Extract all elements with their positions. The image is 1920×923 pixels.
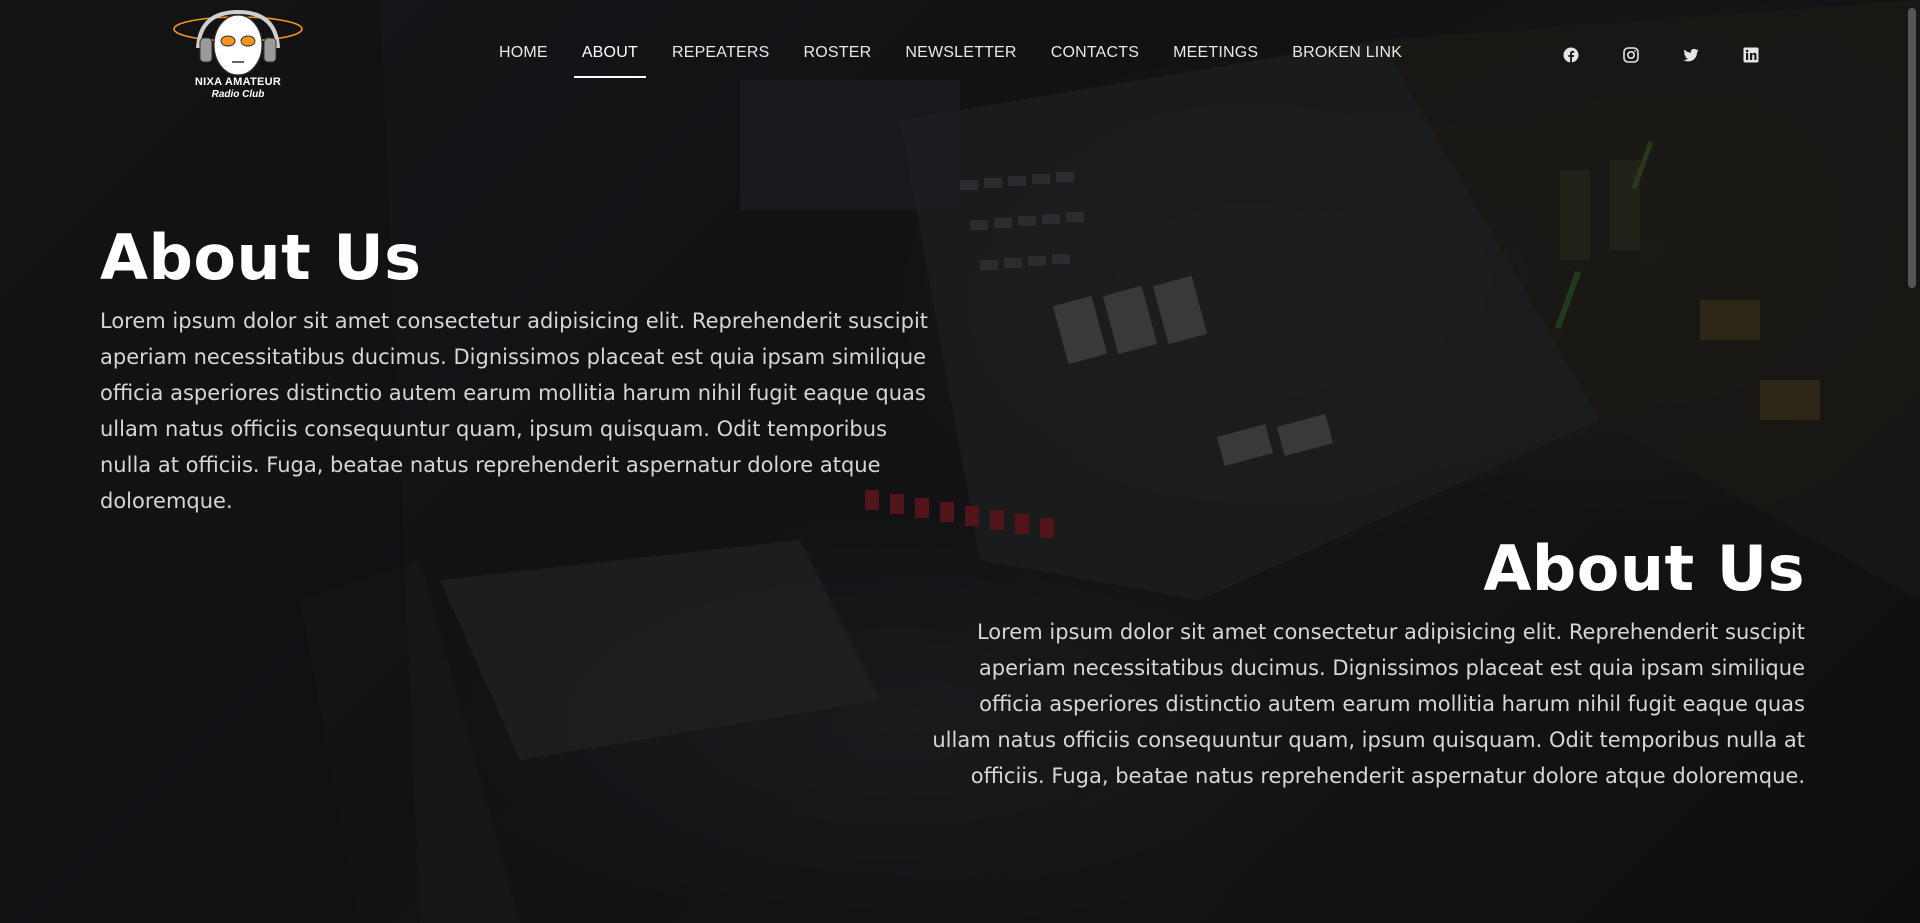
site-header: NIXA AMATEUR Radio Club HOME ABOUT REPEA… <box>0 0 1920 112</box>
club-logo[interactable]: NIXA AMATEUR Radio Club <box>170 8 306 100</box>
nav-item-contacts[interactable]: CONTACTS <box>1034 44 1156 62</box>
page-scrollbar[interactable] <box>1903 0 1920 923</box>
page: NIXA AMATEUR Radio Club HOME ABOUT REPEA… <box>0 0 1920 923</box>
about-section-right: About Us Lorem ipsum dolor sit amet cons… <box>925 538 1805 794</box>
robot-headphones-logo-icon <box>173 9 303 76</box>
nav-item-roster[interactable]: ROSTER <box>786 44 888 62</box>
logo-name-line1: NIXA AMATEUR <box>194 76 282 88</box>
logo-name-line2: Radio Club <box>211 89 265 100</box>
section-title: About Us <box>1483 532 1805 605</box>
twitter-icon[interactable] <box>1683 47 1699 63</box>
about-section-left: About Us Lorem ipsum dolor sit amet cons… <box>100 227 940 519</box>
section-body: Lorem ipsum dolor sit amet consectetur a… <box>932 620 1805 788</box>
instagram-icon[interactable] <box>1623 47 1639 63</box>
nav-item-home[interactable]: HOME <box>482 44 565 62</box>
section-body: Lorem ipsum dolor sit amet consectetur a… <box>100 309 929 513</box>
social-links <box>1563 47 1759 63</box>
main-nav: HOME ABOUT REPEATERS ROSTER NEWSLETTER C… <box>482 44 1419 78</box>
nav-item-repeaters[interactable]: REPEATERS <box>655 44 787 62</box>
linkedin-icon[interactable] <box>1743 47 1759 63</box>
nav-item-about[interactable]: ABOUT <box>565 44 655 78</box>
section-title: About Us <box>100 221 422 294</box>
facebook-icon[interactable] <box>1563 47 1579 63</box>
nav-item-meetings[interactable]: MEETINGS <box>1156 44 1275 62</box>
nav-item-newsletter[interactable]: NEWSLETTER <box>888 44 1033 62</box>
nav-item-broken-link[interactable]: BROKEN LINK <box>1275 44 1419 62</box>
scrollbar-thumb[interactable] <box>1908 8 1916 288</box>
